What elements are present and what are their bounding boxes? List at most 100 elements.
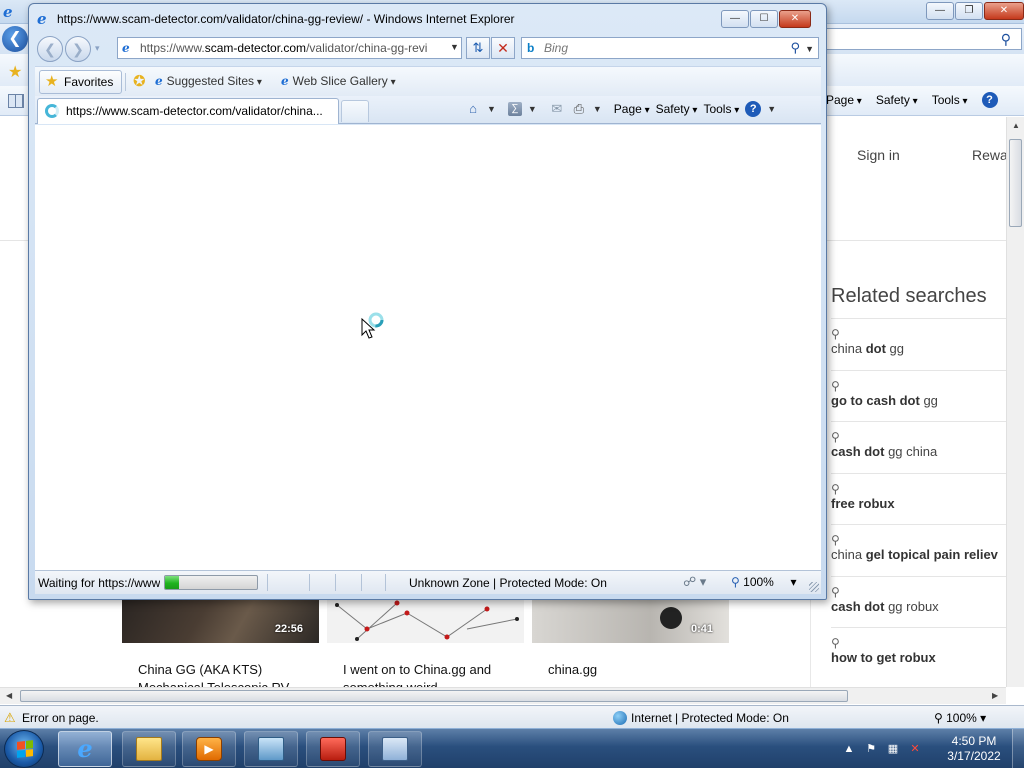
print-dropdown-icon[interactable]: ▼ [593,104,602,114]
back-button[interactable]: ❮ [2,26,28,52]
show-desktop-button[interactable] [1012,729,1024,768]
network-tray-icon[interactable]: ▦ [886,742,900,756]
page-menu[interactable]: Page [826,93,862,107]
action-center-flag-icon[interactable]: ⚑ [864,742,878,756]
horizontal-scroll-thumb[interactable] [20,690,848,702]
related-search-text[interactable]: china gel topical pain reliev [831,547,998,562]
related-search-item[interactable]: ⚲ how to get robux [831,628,1006,680]
web-slice-icon: e [281,74,289,88]
video-thumbnail[interactable] [327,599,524,643]
tools-menu[interactable]: Tools [932,93,968,107]
web-slice-gallery-button[interactable]: e Web Slice Gallery [281,74,396,88]
address-prefix: https://www. [140,41,205,55]
compatibility-view-button[interactable]: ⇅ [466,37,490,59]
video-thumbnail[interactable]: 22:56 [122,599,319,643]
minimize-button[interactable]: — [721,10,749,28]
add-to-favorites-icon[interactable]: ✪ [133,72,146,90]
background-search-box[interactable]: ⚲ [826,28,1022,50]
security-zone[interactable]: Internet | Protected Mode: On [613,711,789,725]
close-button[interactable]: ✕ [984,2,1024,20]
video-title[interactable]: china.gg [548,661,723,687]
taskbar-windows-explorer[interactable] [122,731,176,767]
related-search-item[interactable]: ⚲ china gel topical pain reliev [831,525,1006,577]
vertical-scrollbar[interactable]: ▲ [1006,117,1024,687]
related-search-item[interactable]: ⚲ cash dot gg china [831,422,1006,474]
taskbar-network[interactable] [244,731,298,767]
taskbar-internet-explorer[interactable]: e [58,731,112,767]
search-dropdown-icon[interactable]: ▼ [805,39,814,59]
security-zone[interactable]: Unknown Zone | Protected Mode: On [409,576,607,590]
help-icon[interactable]: ? [981,92,998,108]
related-search-text[interactable]: cash dot gg robux [831,599,939,614]
related-search-item[interactable]: ⚲ china dot gg [831,319,1006,371]
sign-in-link[interactable]: Sign in [857,147,900,163]
tools-menu[interactable]: Tools [703,102,739,116]
volume-muted-icon[interactable]: ✕ [908,742,922,756]
close-button[interactable]: ✕ [779,10,811,28]
suggested-sites-button[interactable]: e Suggested Sites [155,74,262,88]
address-bar[interactable]: e https://www.scam-detector.com/validator… [117,37,462,59]
scroll-left-arrow-icon[interactable]: ◀ [6,691,12,700]
related-search-item[interactable]: ⚲ go to cash dot gg [831,371,1006,422]
start-button[interactable] [4,730,44,768]
feeds-dropdown-icon[interactable]: ▼ [528,104,537,114]
active-tab[interactable]: https://www.scam-detector.com/validator/… [37,98,339,124]
related-search-text[interactable]: how to get robux [831,650,936,665]
related-search-item[interactable]: ⚲ cash dot gg robux [831,577,1006,628]
horizontal-scrollbar[interactable]: ◀ ▶ [0,687,1006,704]
minimize-button[interactable]: — [926,2,954,20]
rewards-link[interactable]: Rewa [972,147,1006,163]
zoom-level[interactable]: ⚲ 100% ▾ [731,575,797,589]
related-search-text[interactable]: cash dot gg china [831,444,937,459]
quick-tabs-icon[interactable] [8,94,24,108]
safety-menu[interactable]: Safety [656,102,698,116]
related-search-text[interactable]: go to cash dot gg [831,393,938,408]
zoom-level[interactable]: ⚲ 100% ▾ [934,711,986,725]
help-icon[interactable]: ? [745,101,762,117]
vertical-scroll-thumb[interactable] [1009,139,1022,227]
stop-button[interactable]: ✕ [491,37,515,59]
favorites-star-icon[interactable]: ★ [8,62,22,82]
feeds-icon[interactable]: ∑ [507,102,522,116]
home-icon[interactable]: ⌂ [465,101,481,117]
search-icon: ⚲ [831,636,840,650]
search-icon[interactable]: ⚲ [790,38,800,58]
resize-grip[interactable] [809,582,819,592]
scroll-up-arrow-icon[interactable]: ▲ [1012,121,1020,130]
video-title[interactable]: China GG (AKA KTS) Mechanical Telescopic… [138,661,313,687]
taskbar-control-panel[interactable] [368,731,422,767]
related-search-text[interactable]: free robux [831,496,895,511]
video-title[interactable]: I went on to China.gg and something weir… [343,661,518,687]
safety-menu[interactable]: Safety [876,93,918,107]
taskbar-toolbox[interactable] [306,731,360,767]
forward-button[interactable]: ❯ [65,36,91,62]
show-hidden-icons-chevron-icon[interactable]: ▲ [842,742,856,756]
video-thumbnail[interactable]: 0:41 [532,599,729,643]
new-tab-button[interactable] [341,100,369,122]
internet-explorer-icon: e [37,10,47,28]
search-icon[interactable]: ⚲ [1001,31,1011,48]
back-button[interactable]: ❮ [37,36,63,62]
print-icon[interactable]: ⎙ [571,101,587,117]
favorites-button[interactable]: ★ Favorites [39,70,123,94]
window-title: https://www.scam-detector.com/validator/… [57,12,515,26]
related-search-text[interactable]: china dot gg [831,341,904,356]
read-mail-icon[interactable]: ✉ [549,101,565,117]
scroll-right-arrow-icon[interactable]: ▶ [992,691,998,700]
warning-icon[interactable]: ⚠ [4,710,16,726]
search-box[interactable]: b Bing ⚲ ▼ [521,37,819,59]
favorites-bar: ★ Favorites ✪ eSuggested Sites eWeb Slic… [35,66,821,96]
help-dropdown-icon[interactable]: ▼ [767,104,776,114]
system-clock[interactable]: 4:50 PM 3/17/2022 [944,734,1004,764]
recent-pages-dropdown-icon[interactable]: ▾ [95,43,100,54]
window-titlebar[interactable]: e https://www.scam-detector.com/validato… [29,4,826,34]
address-dropdown-icon[interactable]: ▼ [450,42,459,52]
related-search-item[interactable]: ⚲ free robux [831,474,1006,525]
page-menu[interactable]: Page [614,102,650,116]
taskbar-media-player[interactable]: ▶ [182,731,236,767]
home-dropdown-icon[interactable]: ▼ [487,104,496,114]
restore-button[interactable]: ❐ [955,2,983,20]
protected-mode-lock-icon[interactable]: ☍ ▾ [683,574,706,590]
address-path: /validator/china-gg-revi [306,41,428,55]
maximize-button[interactable]: ☐ [750,10,778,28]
